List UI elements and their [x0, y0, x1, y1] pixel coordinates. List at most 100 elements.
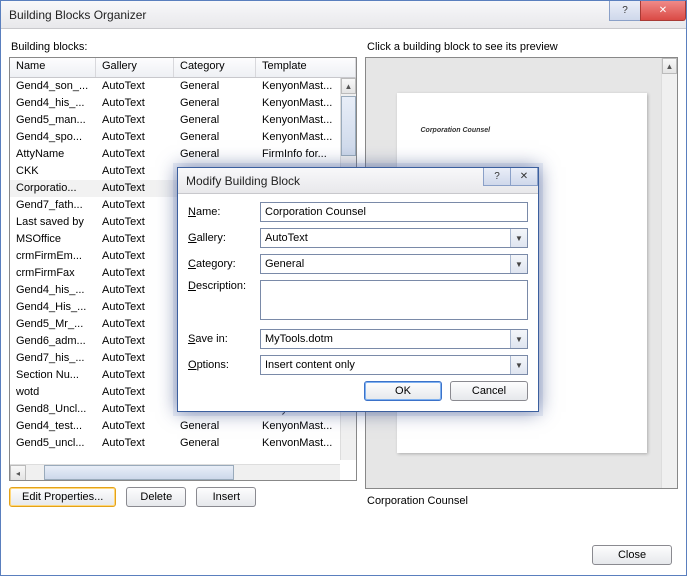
- chevron-down-icon[interactable]: ▼: [510, 356, 527, 374]
- cell-name: Gend4_test...: [10, 418, 96, 435]
- cell-gallery: AutoText: [96, 384, 174, 401]
- modal-help-button[interactable]: ?: [483, 168, 511, 186]
- cell-category: General: [174, 112, 256, 129]
- scroll-up-icon[interactable]: ▲: [341, 78, 356, 94]
- window-close-button[interactable]: ✕: [640, 1, 686, 21]
- close-icon: ✕: [520, 171, 528, 182]
- scroll-left-icon[interactable]: ◂: [10, 465, 26, 481]
- cell-category: General: [174, 146, 256, 163]
- name-input[interactable]: [260, 202, 528, 222]
- gallery-combo[interactable]: [260, 228, 528, 248]
- save-in-combo[interactable]: [260, 329, 528, 349]
- help-icon: ?: [494, 171, 500, 182]
- cell-gallery: AutoText: [96, 214, 174, 231]
- gallery-label: Gallery:: [188, 232, 256, 244]
- cell-gallery: AutoText: [96, 163, 174, 180]
- cell-name: CKK: [10, 163, 96, 180]
- edit-properties-button[interactable]: Edit Properties...: [9, 487, 116, 507]
- building-blocks-label: Building blocks:: [11, 41, 357, 53]
- preview-text: Corporation Counsel: [421, 127, 491, 134]
- cell-name: Gend4_His_...: [10, 299, 96, 316]
- window-buttons: ? ✕: [610, 1, 686, 21]
- organizer-title: Building Blocks Organizer: [9, 8, 146, 22]
- scroll-thumb-h[interactable]: [44, 465, 234, 480]
- cell-gallery: AutoText: [96, 78, 174, 95]
- ok-button[interactable]: OK: [364, 381, 442, 401]
- chevron-down-icon[interactable]: ▼: [510, 255, 527, 273]
- col-name-header[interactable]: Name: [10, 58, 96, 77]
- cell-gallery: AutoText: [96, 282, 174, 299]
- cell-name: Gend4_his_...: [10, 95, 96, 112]
- cell-name: Gend7_his_...: [10, 350, 96, 367]
- cell-name: Gend5_uncl...: [10, 435, 96, 452]
- modal-titlebar: Modify Building Block ? ✕: [178, 168, 538, 194]
- category-combo[interactable]: [260, 254, 528, 274]
- options-combo[interactable]: [260, 355, 528, 375]
- cell-name: wotd: [10, 384, 96, 401]
- cell-gallery: AutoText: [96, 367, 174, 384]
- scroll-up-icon[interactable]: ▲: [662, 58, 677, 74]
- cell-gallery: AutoText: [96, 299, 174, 316]
- close-button[interactable]: Close: [592, 545, 672, 565]
- chevron-down-icon[interactable]: ▼: [510, 229, 527, 247]
- footer: Close: [592, 545, 672, 565]
- cell-gallery: AutoText: [96, 418, 174, 435]
- modal-actions: OK Cancel: [188, 381, 528, 401]
- modal-body: Name: Gallery: ▼ Category: ▼ Description…: [178, 194, 538, 411]
- cell-gallery: AutoText: [96, 316, 174, 333]
- table-row[interactable]: Gend4_test...AutoTextGeneralKenyonMast..…: [10, 418, 356, 435]
- horizontal-scrollbar[interactable]: ◂: [10, 464, 340, 480]
- cell-name: Gend6_adm...: [10, 333, 96, 350]
- cell-gallery: AutoText: [96, 129, 174, 146]
- table-row[interactable]: AttyNameAutoTextGeneralFirmInfo for...: [10, 146, 356, 163]
- preview-scrollbar[interactable]: ▲: [661, 58, 677, 488]
- cell-name: Gend5_man...: [10, 112, 96, 129]
- cell-gallery: AutoText: [96, 435, 174, 452]
- cell-gallery: AutoText: [96, 112, 174, 129]
- cell-name: Last saved by: [10, 214, 96, 231]
- cell-name: Gend4_his_...: [10, 282, 96, 299]
- insert-button[interactable]: Insert: [196, 487, 256, 507]
- preview-caption: Corporation Counsel: [367, 495, 678, 507]
- col-gallery-header[interactable]: Gallery: [96, 58, 174, 77]
- cell-name: Gend4_son_...: [10, 78, 96, 95]
- modify-building-block-dialog: Modify Building Block ? ✕ Name: Gallery:…: [177, 167, 539, 412]
- col-category-header[interactable]: Category: [174, 58, 256, 77]
- cell-name: crmFirmEm...: [10, 248, 96, 265]
- cell-gallery: AutoText: [96, 401, 174, 418]
- cell-gallery: AutoText: [96, 350, 174, 367]
- table-row[interactable]: Gend4_spo...AutoTextGeneralKenyonMast...: [10, 129, 356, 146]
- modal-close-button[interactable]: ✕: [510, 168, 538, 186]
- organizer-window: Building Blocks Organizer ? ✕ Building b…: [0, 0, 687, 576]
- modal-window-buttons: ? ✕: [484, 168, 538, 186]
- cell-category: General: [174, 95, 256, 112]
- close-icon: ✕: [659, 5, 667, 16]
- action-row: Edit Properties... Delete Insert: [9, 487, 357, 507]
- cell-name: Gend4_spo...: [10, 129, 96, 146]
- help-button[interactable]: ?: [609, 1, 641, 21]
- modal-title: Modify Building Block: [186, 174, 300, 188]
- col-template-header[interactable]: Template: [256, 58, 356, 77]
- table-row[interactable]: Gend4_his_...AutoTextGeneralKenyonMast..…: [10, 95, 356, 112]
- cell-gallery: AutoText: [96, 197, 174, 214]
- cell-gallery: AutoText: [96, 231, 174, 248]
- cell-name: Section Nu...: [10, 367, 96, 384]
- scroll-thumb[interactable]: [341, 96, 356, 156]
- cell-gallery: AutoText: [96, 248, 174, 265]
- table-row[interactable]: Gend5_man...AutoTextGeneralKenyonMast...: [10, 112, 356, 129]
- cell-gallery: AutoText: [96, 95, 174, 112]
- cell-name: Gend5_Mr_...: [10, 316, 96, 333]
- organizer-titlebar: Building Blocks Organizer ? ✕: [1, 1, 686, 29]
- cancel-button[interactable]: Cancel: [450, 381, 528, 401]
- description-input[interactable]: [260, 280, 528, 320]
- category-label: Category:: [188, 258, 256, 270]
- save-in-label: Save in:: [188, 333, 256, 345]
- cell-name: MSOffice: [10, 231, 96, 248]
- table-row[interactable]: Gend4_son_...AutoTextGeneralKenyonMast..…: [10, 78, 356, 95]
- delete-button[interactable]: Delete: [126, 487, 186, 507]
- chevron-down-icon[interactable]: ▼: [510, 330, 527, 348]
- table-row[interactable]: Gend5_uncl...AutoTextGeneralKenvonMast..…: [10, 435, 356, 452]
- cell-gallery: AutoText: [96, 180, 174, 197]
- cell-name: Gend7_fath...: [10, 197, 96, 214]
- options-label: Options:: [188, 359, 256, 371]
